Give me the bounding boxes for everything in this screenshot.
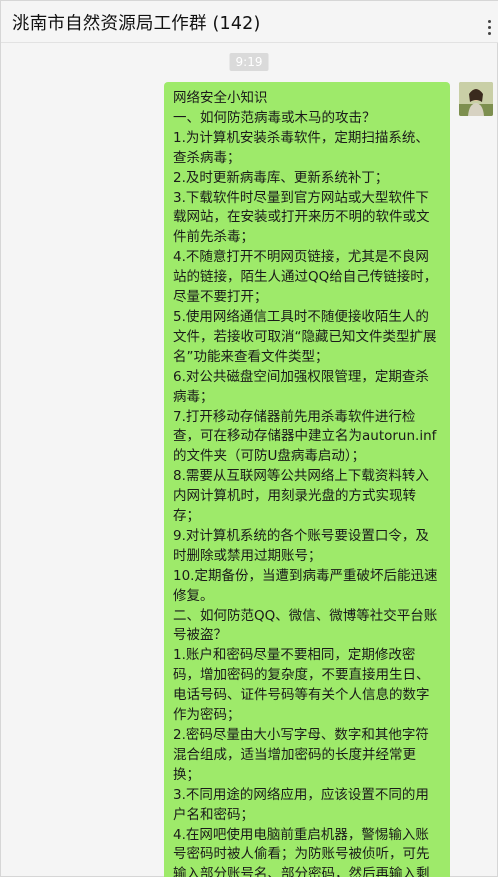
user-avatar[interactable]	[459, 82, 493, 116]
more-dots-icon[interactable]	[485, 20, 495, 36]
message-bubble[interactable]: 网络安全小知识 一、如何防范病毒或木马的攻击？ 1.为计算机安装杀毒软件，定期扫…	[164, 82, 450, 877]
chat-title: 洮南市自然资源局工作群 (142)	[12, 14, 261, 34]
avatar-image	[459, 82, 493, 116]
chat-header: 洮南市自然资源局工作群 (142)	[1, 1, 498, 43]
message-text: 网络安全小知识 一、如何防范病毒或木马的攻击？ 1.为计算机安装杀毒软件，定期扫…	[173, 90, 438, 877]
message-timestamp: 9:19	[229, 53, 269, 71]
